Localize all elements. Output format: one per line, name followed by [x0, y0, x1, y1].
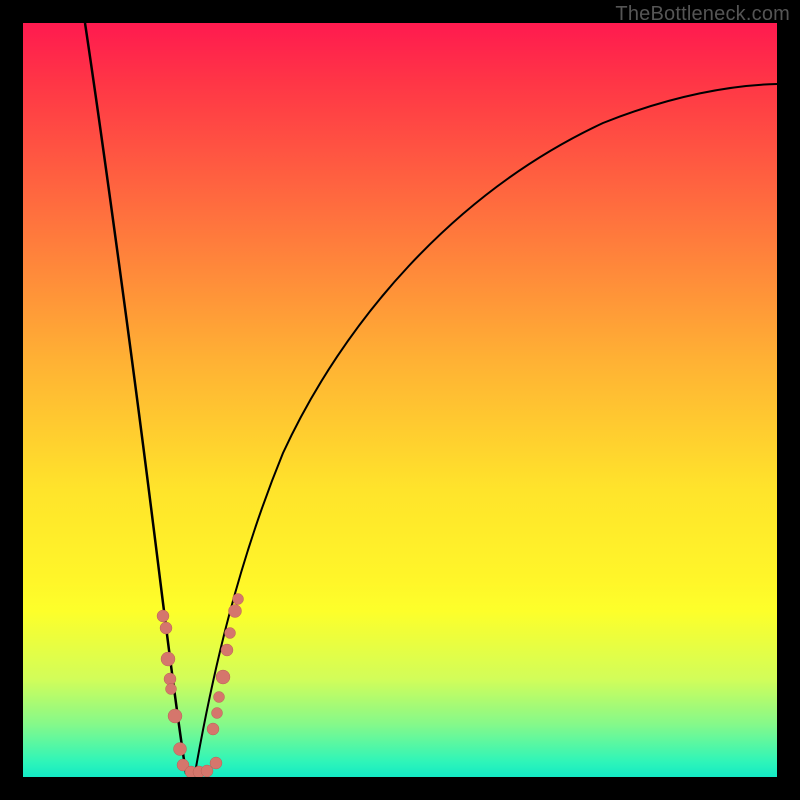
marker-dot [166, 684, 177, 695]
marker-dot [164, 673, 176, 685]
marker-dot [214, 692, 225, 703]
watermark-text: TheBottleneck.com [615, 3, 790, 26]
marker-dot [161, 652, 175, 666]
marker-dot [207, 723, 219, 735]
bottleneck-curve [23, 23, 777, 777]
marker-dot [225, 628, 236, 639]
curve-left-branch [85, 23, 191, 776]
marker-dot [160, 622, 172, 634]
chart-area [23, 23, 777, 777]
marker-dot [216, 670, 230, 684]
marker-dot [157, 610, 169, 622]
marker-dot [229, 605, 242, 618]
marker-dot [233, 594, 244, 605]
marker-dot [168, 709, 182, 723]
marker-dot [221, 644, 233, 656]
curve-right-branch [191, 84, 777, 776]
marker-dot [174, 743, 187, 756]
marker-dot [212, 708, 223, 719]
marker-dot [210, 757, 222, 769]
